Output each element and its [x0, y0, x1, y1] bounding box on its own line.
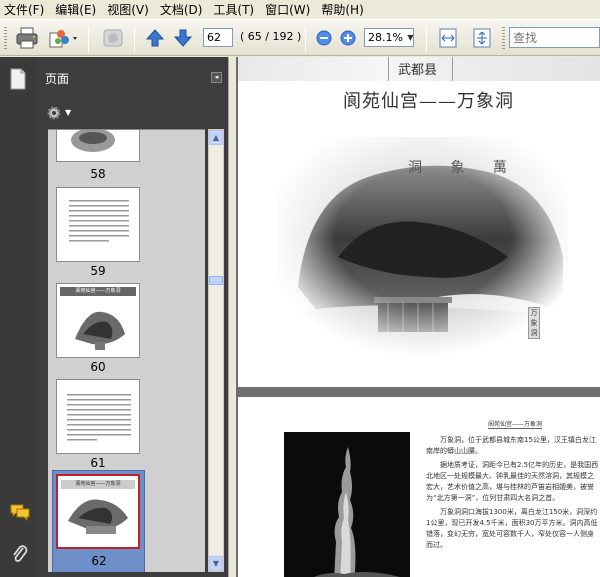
page-count: ( 65 / 192 ) [240, 30, 302, 43]
attachments-panel-button[interactable] [11, 543, 29, 565]
paragraph: 据地质考证，洞距今已有2.5亿年的历史，是我国西北地区一处规模最大、钟乳最佳的天… [426, 461, 599, 502]
menu-view[interactable]: 视图(V) [107, 1, 149, 18]
toolbar-grip[interactable] [4, 27, 7, 51]
fit-page-button[interactable] [470, 26, 494, 50]
panel-splitter[interactable] [228, 57, 236, 577]
cave-sign: 洞 象 萬 [408, 160, 519, 176]
arrow-up-icon [145, 29, 165, 47]
thumbnail-label: 59 [90, 264, 106, 278]
thumbnail-label: 61 [90, 456, 106, 470]
thumbnail-label: 58 [90, 167, 106, 181]
options-button[interactable]: ▼ [45, 104, 71, 122]
previous-page-button[interactable] [144, 26, 166, 50]
menu-bar: 文件(F) 编辑(E) 视图(V) 文档(D) 工具(T) 窗口(W) 帮助(H… [0, 0, 600, 19]
scroll-down-button[interactable]: ▼ [209, 556, 223, 571]
gear-icon [47, 106, 61, 119]
nav-panel-header: 页面 ◂ [38, 57, 228, 99]
chevron-down-icon: ▼ [65, 108, 72, 117]
print-button[interactable] [14, 26, 40, 50]
nav-panel-title: 页面 [45, 71, 70, 86]
thumbnail-image [68, 499, 128, 534]
pages-panel-button[interactable] [8, 67, 28, 91]
thumbnail-scrollbar[interactable]: ▲ ▼ [208, 129, 224, 572]
toolbar-divider [134, 26, 135, 52]
collaborate-icon [49, 30, 77, 48]
paragraph: 万象洞洞口海拔1300米，离白龙江150米，洞深约1公里，现已开发4.5千米，面… [426, 508, 598, 549]
page-heading: 阆苑仙宫——万象洞 [343, 91, 514, 112]
page-thumbnail-62-selected[interactable]: 阆苑仙宫——万象洞 62 [52, 470, 145, 572]
pages-icon [10, 68, 26, 90]
thumbnail-image [71, 130, 115, 152]
stalagmite-photo [284, 432, 410, 577]
navigation-panel: 页面 ◂ ▼ 58 59 阆苑仙宫——万象洞 60 61 阆苑仙宫——万象洞 6… [38, 57, 228, 577]
page2-header: 阆苑仙宫——万象洞 [488, 421, 543, 429]
document-page-62: 阆苑仙宫——万象洞 万象洞，位于武都县城东南15公里，汉王镇白龙江南岸的蟒山山腰… [238, 397, 600, 577]
left-panel-strip [0, 57, 38, 577]
toolbar-grip[interactable] [502, 27, 505, 51]
article-text: 万象洞，位于武都县城东南15公里，汉王镇白龙江南岸的蟒山山腰。 据地质考证，洞距… [426, 435, 600, 554]
thumbnail-label: 60 [90, 360, 106, 374]
panel-options-button[interactable]: ◂ [211, 72, 222, 83]
zoom-out-icon [316, 30, 332, 46]
page-thumbnail-59[interactable] [56, 187, 140, 262]
thumbnail-image [75, 311, 125, 350]
scroll-thumb[interactable] [209, 276, 223, 285]
fit-width-icon [439, 28, 457, 48]
scroll-up-button[interactable]: ▲ [209, 130, 223, 145]
thumbnail-list[interactable]: 58 59 阆苑仙宫——万象洞 60 61 阆苑仙宫——万象洞 62 [48, 129, 205, 572]
printer-icon [16, 27, 38, 49]
stamp-icon [103, 29, 123, 47]
page-thumbnail-58[interactable] [56, 130, 140, 162]
menu-document[interactable]: 文档(D) [160, 1, 203, 18]
page-thumbnail-60[interactable]: 阆苑仙宫——万象洞 [56, 283, 140, 358]
header-divider [388, 57, 389, 81]
zoom-out-button[interactable] [314, 26, 334, 50]
zoom-in-button[interactable] [338, 26, 358, 50]
document-page-61: 武都县 阆苑仙宫——万象洞 洞 象 萬 万象洞 [238, 57, 600, 387]
menu-tools[interactable]: 工具(T) [213, 1, 254, 18]
sign-button[interactable] [98, 26, 128, 50]
zoom-in-icon [340, 30, 356, 46]
thumbnail-image [69, 200, 129, 242]
menu-help[interactable]: 帮助(H) [321, 1, 363, 18]
document-view[interactable]: 武都县 阆苑仙宫——万象洞 洞 象 萬 万象洞 阆苑仙宫——万象洞 万象洞，位于… [236, 57, 600, 577]
header-divider [452, 57, 453, 81]
page-thumbnail-62[interactable]: 阆苑仙宫——万象洞 [56, 474, 140, 549]
page-number-input[interactable] [203, 28, 233, 47]
comments-panel-button[interactable] [9, 503, 31, 522]
page-thumbnail-61[interactable] [56, 379, 140, 454]
share-button[interactable] [46, 26, 80, 50]
toolbar: ( 65 / 192 ) ▼ [0, 19, 600, 56]
comment-icon [10, 504, 30, 522]
search-input[interactable] [509, 27, 600, 48]
fit-width-button[interactable] [436, 26, 460, 50]
zoom-dropdown-chevron-icon[interactable]: ▼ [405, 29, 416, 46]
paperclip-icon [13, 545, 28, 562]
arrow-down-icon [173, 29, 193, 47]
county-title: 武都县 [398, 63, 438, 78]
thumbnail-label: 62 [91, 554, 107, 568]
nav-panel-toolbar: ▼ [38, 99, 228, 126]
next-page-button[interactable] [172, 26, 194, 50]
paragraph: 万象洞，位于武都县城东南15公里，汉王镇白龙江南岸的蟒山山腰。 [426, 436, 596, 455]
toolbar-divider [88, 26, 89, 52]
toolbar-divider [305, 26, 306, 52]
thumbnail-image [67, 394, 131, 441]
menu-window[interactable]: 窗口(W) [265, 1, 310, 18]
fit-page-icon [473, 28, 491, 48]
menu-edit[interactable]: 编辑(E) [55, 1, 96, 18]
menu-file[interactable]: 文件(F) [4, 1, 44, 18]
side-plaque: 万象洞 [528, 307, 540, 339]
toolbar-divider [426, 26, 427, 52]
